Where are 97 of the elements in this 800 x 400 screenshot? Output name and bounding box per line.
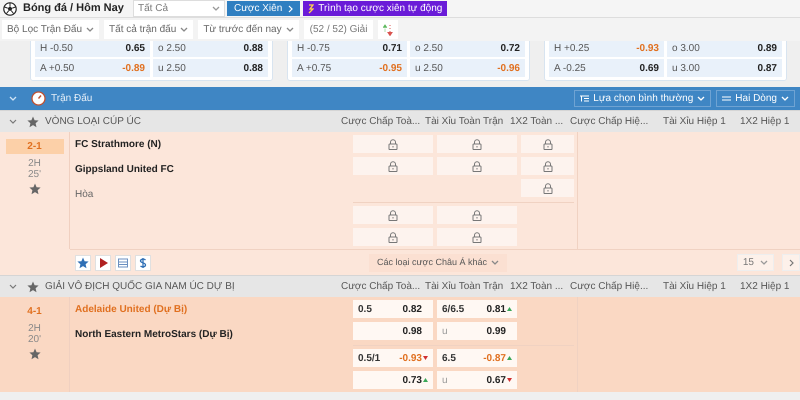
lock-icon xyxy=(472,232,482,242)
lock-icon xyxy=(542,182,552,194)
chevron-down-icon xyxy=(781,96,789,101)
view-dropdown[interactable]: Hai Dòng xyxy=(716,90,795,107)
auto-parlay-button[interactable]: Trình tạo cược xiên tự động xyxy=(303,1,448,16)
column-header: Cược Chấp Hiệ... xyxy=(570,115,650,129)
filter-dropdown[interactable]: Từ trước đến nay xyxy=(198,20,299,39)
star-icon xyxy=(27,116,39,128)
sort-button[interactable] xyxy=(378,20,398,39)
list-button[interactable] xyxy=(115,254,131,270)
sort-lines-icon xyxy=(580,95,590,102)
stopwatch-icon xyxy=(31,91,46,106)
chevron-down-icon xyxy=(286,27,294,32)
favorite-star-icon[interactable] xyxy=(28,183,40,195)
odds-button[interactable]: 0.98 xyxy=(353,322,433,340)
draw-label: Hòa xyxy=(75,188,94,202)
lock-icon xyxy=(472,210,482,220)
dollar-icon xyxy=(137,256,149,268)
team-name: North Eastern MetroStars (Dự Bị) xyxy=(75,328,234,342)
chevron-down-icon xyxy=(180,27,188,32)
star-icon xyxy=(77,256,89,268)
column-header: 1X2 Hiệp 1 xyxy=(740,115,790,129)
odds-button[interactable]: o 3.00 0.89 xyxy=(667,41,782,57)
odds-button[interactable]: 0.73 xyxy=(353,371,433,389)
more-markets-button[interactable]: Các loại cược Châu Á khác xyxy=(369,254,507,272)
team-name: Adelaide United (Dự Bị) xyxy=(75,303,188,317)
view-dropdown[interactable]: Lựa chọn bình thường xyxy=(574,90,712,107)
lock-icon xyxy=(388,138,398,150)
odds-button[interactable]: u 3.00 0.87 xyxy=(667,59,782,77)
league-name: VÒNG LOẠI CÚP ÚC xyxy=(45,114,142,129)
odds-button[interactable]: A +0.50 -0.89 xyxy=(35,59,150,77)
chevron-right-icon xyxy=(788,258,794,266)
filter-dropdown[interactable]: Tất Cả xyxy=(133,0,225,17)
play-icon xyxy=(97,256,109,268)
chevron-down-icon xyxy=(212,6,220,11)
chevron-down-icon xyxy=(490,260,499,265)
match-minute: 20' xyxy=(28,334,42,345)
list-lines-icon xyxy=(722,95,732,102)
lock-icon xyxy=(388,232,398,242)
column-header: Tài Xỉu Toàn Trận xyxy=(425,115,504,129)
column-header: 1X2 Hiệp 1 xyxy=(740,280,790,294)
lock-icon xyxy=(472,138,482,150)
odds-button[interactable]: 0.5/1 -0.93 xyxy=(353,349,433,367)
lock-icon xyxy=(542,160,552,172)
match-period: 2H xyxy=(28,158,41,169)
odds-button[interactable]: A -0.25 0.69 xyxy=(549,59,664,77)
lock-icon xyxy=(388,160,398,172)
league-count-button[interactable]: (52 / 52) Giải xyxy=(304,20,374,39)
column-header: 1X2 Toàn ... xyxy=(510,115,564,129)
star-button[interactable] xyxy=(75,254,91,270)
chevron-right-icon xyxy=(288,4,294,12)
odds-button[interactable]: A +0.75 -0.95 xyxy=(292,59,407,77)
odds-button[interactable]: u 2.50 -0.96 xyxy=(410,59,525,77)
parlay-button[interactable]: Cược Xiên xyxy=(227,1,300,16)
odds-button[interactable]: H +0.25 -0.93 xyxy=(549,41,664,57)
filter-dropdown[interactable]: Bộ Lọc Trận Đấu xyxy=(2,20,100,39)
column-header: Tài Xỉu Toàn Trận xyxy=(425,280,504,294)
column-header: Cược Chấp Toà... xyxy=(341,280,422,294)
league-name: GIẢI VÔ ĐỊCH QUỐC GIA NAM ÚC DỰ BỊ xyxy=(45,279,236,294)
odds-button[interactable]: H -0.75 0.71 xyxy=(292,41,407,57)
star-icon xyxy=(27,280,39,292)
match-score: 2-1 xyxy=(6,139,64,154)
column-header: Cược Chấp Hiệ... xyxy=(570,280,650,294)
odds-button[interactable]: o 2.50 0.72 xyxy=(410,41,525,57)
match-period: 2H xyxy=(28,323,41,334)
play-button[interactable] xyxy=(95,254,111,270)
chevron-down-icon xyxy=(760,260,768,265)
lock-icon xyxy=(388,210,398,220)
column-header: Tài Xỉu Hiệp 1 xyxy=(663,280,727,294)
list-icon xyxy=(117,256,129,268)
chevron-down-icon xyxy=(86,27,94,32)
chevron-down-icon xyxy=(697,96,706,101)
odds-button[interactable]: 6/6.5 0.81 xyxy=(437,300,517,318)
odds-button[interactable]: 0.5 0.82 xyxy=(353,300,433,318)
odds-button[interactable]: u 0.67 xyxy=(437,371,517,389)
odds-button[interactable]: 6.5 -0.87 xyxy=(437,349,517,367)
page-size-dropdown[interactable]: 15 xyxy=(736,254,774,271)
dollar-button[interactable] xyxy=(135,254,151,270)
lock-icon xyxy=(542,138,552,150)
odds-button[interactable]: H -0.50 0.65 xyxy=(35,41,150,57)
column-header: Tài Xỉu Hiệp 1 xyxy=(663,115,727,129)
breadcrumb-title: Bóng đá / Hôm Nay xyxy=(23,1,125,16)
favorite-star-icon[interactable] xyxy=(28,348,40,360)
sort-arrows-icon xyxy=(383,24,394,36)
next-page-button[interactable] xyxy=(782,254,800,271)
filter-dropdown[interactable]: Tất cả trận đấu xyxy=(104,20,194,39)
odds-button[interactable]: o 2.50 0.88 xyxy=(153,41,268,57)
section-title: Trận Đấu xyxy=(51,92,92,106)
column-header: 1X2 Toàn ... xyxy=(510,280,564,294)
odds-button[interactable]: u 0.99 xyxy=(437,322,517,340)
team-name: FC Strathmore (N) xyxy=(75,138,162,152)
match-score: 4-1 xyxy=(26,305,43,319)
column-header: Cược Chấp Toà... xyxy=(341,115,422,129)
team-name: Gippsland United FC xyxy=(75,163,175,177)
match-minute: 25' xyxy=(28,169,42,180)
lock-icon xyxy=(472,160,482,172)
odds-button[interactable]: u 2.50 0.88 xyxy=(153,59,268,77)
